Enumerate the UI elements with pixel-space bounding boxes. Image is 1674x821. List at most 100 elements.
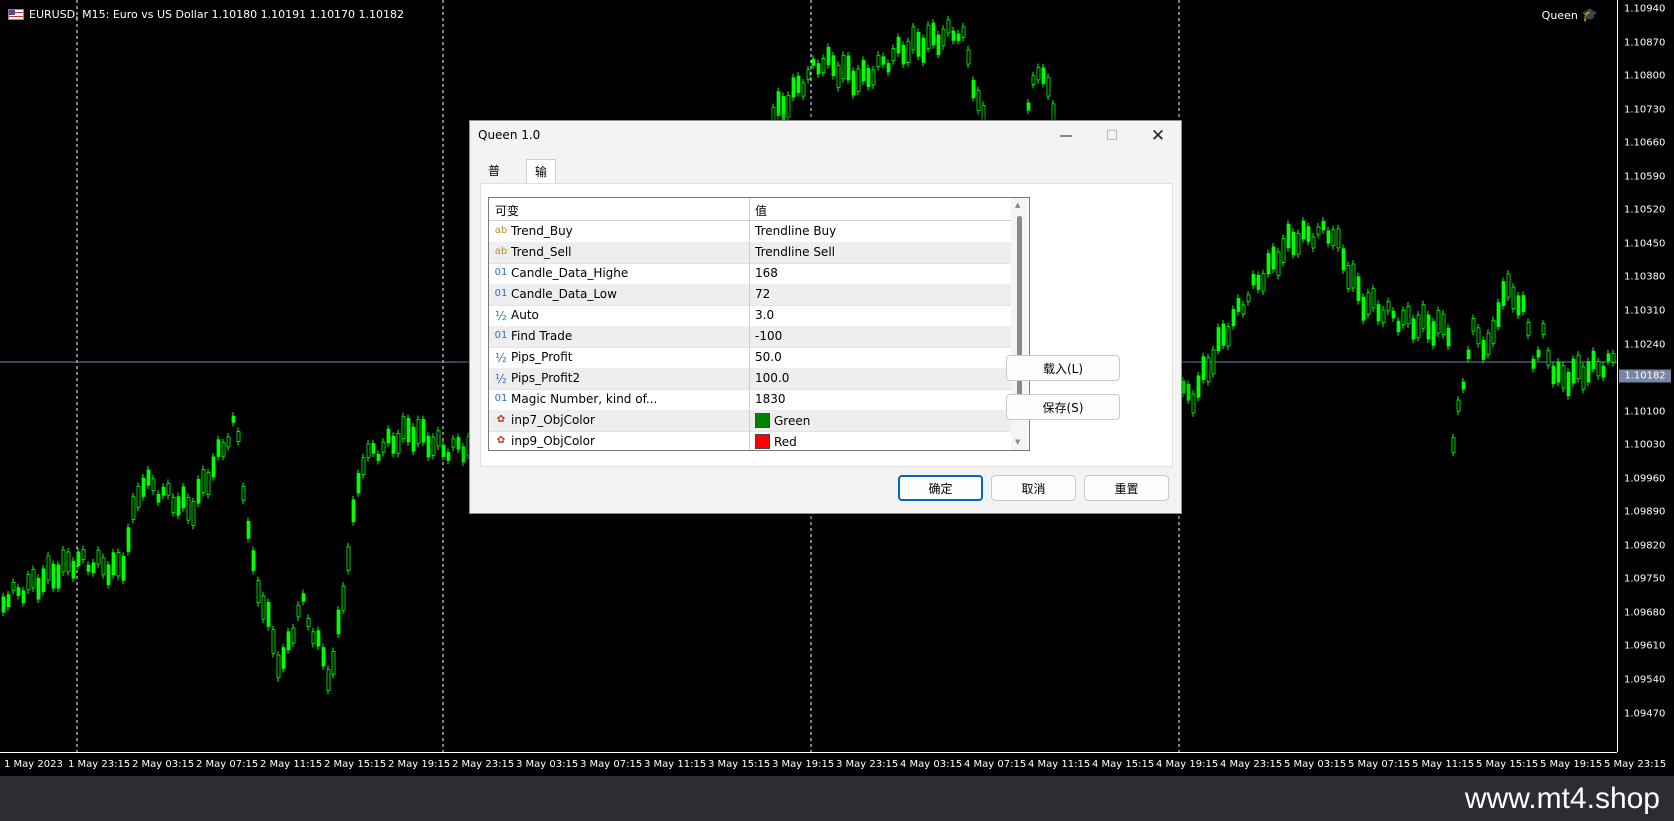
input-row[interactable]: 01 Find Trade -100 [489, 326, 1011, 348]
time-tick-label: 2 May 03:15 [132, 759, 195, 770]
time-tick-label: 5 May 23:15 [1604, 759, 1667, 770]
color-type-icon: ✿ [496, 435, 506, 446]
column-divider [749, 221, 750, 242]
column-divider [749, 368, 750, 389]
input-value[interactable]: Trendline Sell [755, 245, 835, 259]
time-tick-label: 4 May 23:15 [1220, 759, 1283, 770]
candle [181, 486, 186, 509]
scroll-up-icon[interactable]: ▲ [1015, 201, 1020, 209]
cancel-button[interactable]: 取消 [991, 475, 1076, 501]
candle [291, 627, 296, 644]
input-value[interactable]: 100.0 [755, 371, 789, 385]
candle [46, 555, 51, 581]
column-divider [749, 198, 750, 220]
candle [461, 446, 466, 463]
candle [16, 587, 21, 596]
minimize-icon[interactable]: — [1043, 121, 1089, 151]
candle [1461, 381, 1466, 390]
input-value[interactable]: 1830 [755, 392, 786, 406]
price-axis[interactable]: 1.10940 1.10870 1.10800 1.10730 1.10660 1.105… [1617, 0, 1674, 752]
candle [1591, 350, 1596, 370]
time-tick-label: 5 May 15:15 [1476, 759, 1539, 770]
expert-advisor-indicator[interactable]: Queen 🎓 [1542, 8, 1598, 23]
candle [1526, 322, 1531, 336]
time-tick-label: 2 May 07:15 [196, 759, 259, 770]
candle [371, 443, 376, 454]
input-row[interactable]: ½ Auto 3.0 [489, 305, 1011, 327]
time-tick-label: 5 May 07:15 [1348, 759, 1411, 770]
tab-inputs[interactable]: 输入 [526, 159, 557, 203]
candle [906, 40, 911, 63]
tab-common[interactable]: 普通 [480, 159, 508, 202]
candle [1036, 67, 1041, 81]
input-row[interactable]: ab Trend_Buy Trendline Buy [489, 221, 1011, 243]
input-row[interactable]: ½ Pips_Profit 50.0 [489, 347, 1011, 369]
candle [1486, 332, 1491, 355]
candle [1306, 226, 1311, 242]
candle [901, 44, 906, 65]
ok-button[interactable]: 确定 [898, 475, 983, 501]
candle [956, 33, 961, 41]
input-row[interactable]: ✿ inp7_ObjColor Green [489, 410, 1011, 432]
candle [281, 647, 286, 669]
candle [296, 604, 301, 618]
candle [356, 472, 361, 494]
input-row[interactable]: 01 Magic Number, kind of... 1830 [489, 389, 1011, 411]
color-type-icon: ✿ [496, 414, 506, 425]
grid-header: 可变 值 [489, 198, 1011, 221]
input-value[interactable]: -100 [755, 329, 782, 343]
candle [951, 30, 956, 41]
reset-button[interactable]: 重置 [1084, 475, 1169, 501]
input-value[interactable]: 50.0 [755, 350, 782, 364]
candle [1236, 298, 1241, 312]
candle [11, 581, 16, 591]
input-value[interactable]: Trendline Buy [755, 224, 836, 238]
candle [921, 37, 926, 63]
close-icon[interactable]: ✕ [1135, 121, 1181, 151]
candle [436, 430, 441, 447]
input-value[interactable]: Red [755, 434, 797, 449]
candle [61, 549, 66, 573]
input-name: Trend_Sell [511, 245, 572, 259]
scroll-down-icon[interactable]: ▼ [1015, 438, 1020, 446]
candle [1406, 305, 1411, 325]
candle [836, 64, 841, 88]
candle [81, 549, 86, 560]
inputs-grid[interactable]: 可变 值 ▲ ▼ ab Trend_Buy Trendline Buy ab Trend… [488, 197, 1030, 451]
input-row[interactable]: ab Trend_Sell Trendline Sell [489, 242, 1011, 264]
input-row[interactable]: 01 Candle_Data_Highe 168 [489, 263, 1011, 285]
price-tick-label: 1.10240 [1624, 339, 1666, 350]
input-value[interactable]: Green [755, 413, 810, 428]
input-row[interactable]: ✿ inp9_ObjColor Red [489, 431, 1011, 450]
candle [391, 435, 396, 454]
input-row[interactable]: 01 Candle_Data_Low 72 [489, 284, 1011, 306]
candle [891, 48, 896, 62]
input-value[interactable]: 168 [755, 266, 778, 280]
price-tick-label: 1.10450 [1624, 238, 1666, 250]
time-axis[interactable]: 1 May 2023 1 May 23:15 2 May 03:15 2 May 07… [0, 752, 1666, 776]
candle [231, 415, 236, 423]
candle [1301, 220, 1306, 240]
candle [96, 549, 101, 565]
candle [1266, 253, 1271, 275]
input-row[interactable]: ½ Pips_Profit2 100.0 [489, 368, 1011, 390]
price-tick-label: 1.10940 [1624, 3, 1666, 15]
candle [221, 442, 226, 457]
candle [1201, 356, 1206, 381]
candle [171, 496, 176, 514]
candle [841, 54, 846, 80]
column-header-value[interactable]: 值 [755, 202, 767, 219]
candle [71, 560, 76, 579]
time-tick-label: 4 May 11:15 [1028, 759, 1091, 770]
candle [821, 58, 826, 73]
column-header-variable[interactable]: 可变 [495, 202, 519, 219]
load-button[interactable]: 载入(L) [1006, 355, 1120, 381]
input-value[interactable]: 3.0 [755, 308, 774, 322]
candle [1191, 393, 1196, 414]
input-value-text: Trendline Buy [755, 224, 837, 238]
dialog-titlebar[interactable]: Queen 1.0 — ☐ ✕ [470, 121, 1181, 151]
candle [1186, 383, 1191, 401]
candle [806, 69, 811, 80]
input-value[interactable]: 72 [755, 287, 770, 301]
save-button[interactable]: 保存(S) [1006, 394, 1120, 420]
